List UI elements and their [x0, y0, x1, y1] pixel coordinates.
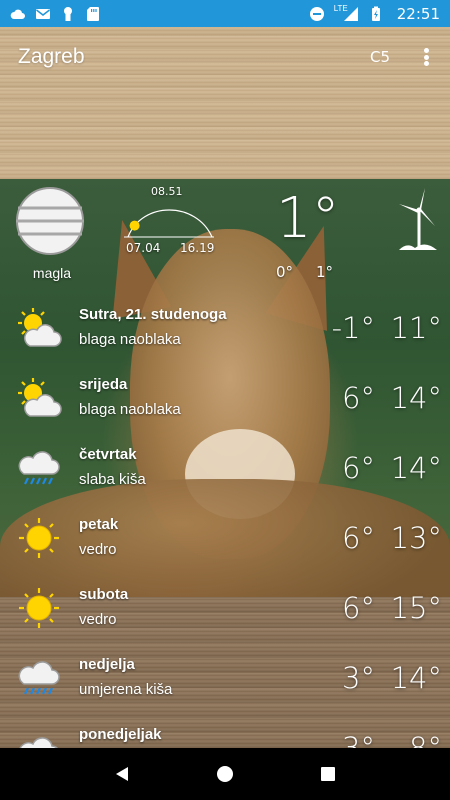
- forecast-row[interactable]: ponedjeljak 3° 8°: [0, 720, 450, 748]
- forecast-max-temp: 14°: [390, 381, 442, 415]
- fog-icon[interactable]: [14, 186, 86, 256]
- forecast-condition: blaga naoblaka: [79, 401, 181, 418]
- forecast-min-temp: 6°: [342, 381, 375, 415]
- sun-icon: [16, 516, 62, 560]
- forecast-min-temp: 6°: [342, 521, 375, 555]
- forecast-min-temp: 6°: [342, 591, 375, 625]
- sun-icon: [129, 220, 140, 231]
- forecast-day: četvrtak: [79, 446, 137, 463]
- forecast-row[interactable]: petak vedro 6° 13°: [0, 510, 450, 580]
- sun-icon: [16, 586, 62, 630]
- recents-icon[interactable]: [308, 754, 348, 794]
- forecast-day: nedjelja: [79, 656, 135, 673]
- forecast-min-temp: 3°: [342, 731, 375, 748]
- forecast-condition: slaba kiša: [79, 471, 146, 488]
- forecast-min-temp: -1°: [331, 311, 375, 345]
- forecast-condition: vedro: [79, 541, 117, 558]
- rain-icon: [16, 446, 62, 490]
- forecast-day: ponedjeljak: [79, 726, 162, 743]
- back-icon[interactable]: [102, 754, 142, 794]
- forecast-condition: umjerena kiša: [79, 681, 173, 698]
- forecast-day: petak: [79, 516, 119, 533]
- home-icon[interactable]: [205, 754, 245, 794]
- forecast-list: Sutra, 21. studenoga blaga naoblaka -1° 11°…: [0, 300, 450, 748]
- partly-cloudy-icon: [16, 306, 62, 350]
- current-temperature[interactable]: 1°: [276, 188, 340, 250]
- solar-noon-time: 08.51: [151, 185, 183, 198]
- current-min-temp: 0°: [276, 263, 294, 281]
- forecast-min-temp: 6°: [342, 451, 375, 485]
- forecast-condition: vedro: [79, 611, 117, 628]
- forecast-row[interactable]: Sutra, 21. studenoga blaga naoblaka -1° 11°: [0, 300, 450, 370]
- network-type: LTE: [333, 4, 348, 13]
- forecast-max-temp: 8°: [409, 731, 442, 748]
- forecast-day: Sutra, 21. studenoga: [79, 306, 227, 323]
- forecast-day: subota: [79, 586, 129, 603]
- forecast-max-temp: 14°: [390, 451, 442, 485]
- sunset-time: 16.19: [180, 241, 215, 255]
- weather-content: magla 08.51 07.04 16.19 1° 0° 1° Sutra, …: [0, 0, 450, 748]
- forecast-day: srijeda: [79, 376, 128, 393]
- forecast-max-temp: 14°: [390, 661, 442, 695]
- forecast-row[interactable]: četvrtak slaba kiša 6° 14°: [0, 440, 450, 510]
- forecast-row[interactable]: nedjelja umjerena kiša 3° 14°: [0, 650, 450, 720]
- forecast-min-temp: 3°: [342, 661, 375, 695]
- partly-cloudy-icon: [16, 376, 62, 420]
- navigation-bar: [0, 748, 450, 800]
- forecast-max-temp: 11°: [390, 311, 442, 345]
- cloud-icon: [16, 726, 62, 748]
- sunrise-time: 07.04: [126, 241, 161, 255]
- current-condition: magla: [32, 265, 72, 281]
- wind-turbine-icon[interactable]: [395, 186, 441, 258]
- forecast-row[interactable]: srijeda blaga naoblaka 6° 14°: [0, 370, 450, 440]
- forecast-row[interactable]: subota vedro 6° 15°: [0, 580, 450, 650]
- forecast-max-temp: 15°: [390, 591, 442, 625]
- current-max-temp: 1°: [316, 263, 334, 281]
- forecast-max-temp: 13°: [390, 521, 442, 555]
- forecast-condition: blaga naoblaka: [79, 331, 181, 348]
- rain-icon: [16, 656, 62, 700]
